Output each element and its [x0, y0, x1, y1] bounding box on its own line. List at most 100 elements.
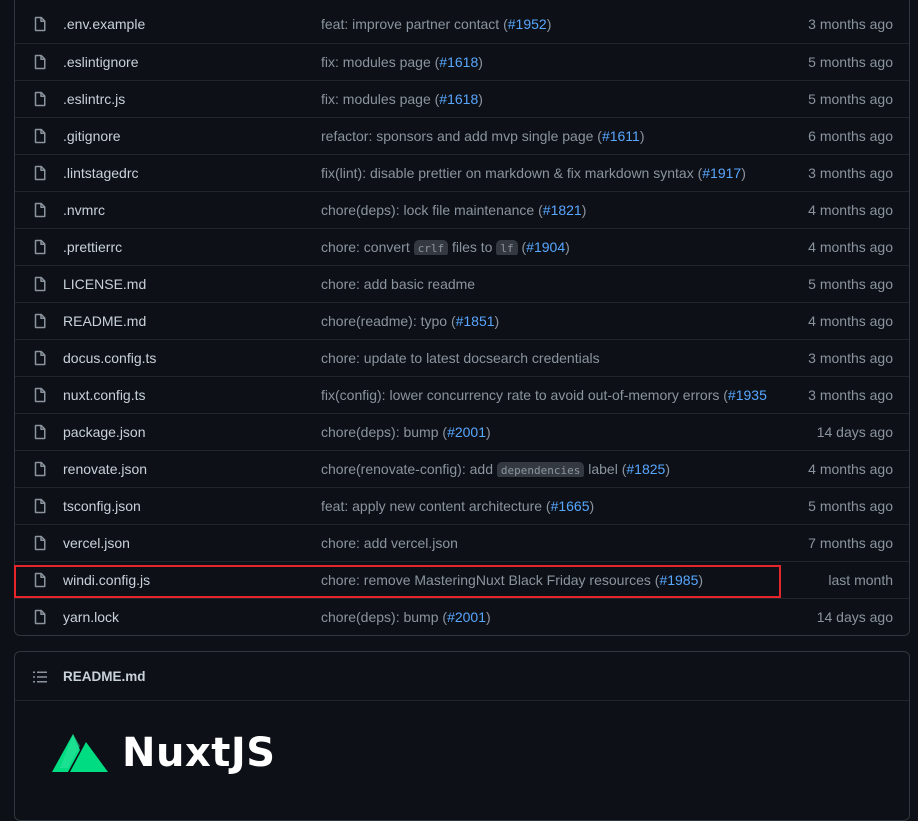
commit-age[interactable]: 3 months ago: [808, 165, 893, 181]
pull-request-link[interactable]: #2001: [447, 424, 486, 440]
inline-code: lf: [496, 240, 518, 255]
file-icon: [32, 91, 48, 107]
commit-text: (: [517, 239, 527, 255]
file-row[interactable]: windi.config.js chore: remove MasteringNu…: [15, 561, 909, 598]
file-row[interactable]: .env.example feat: improve partner contac…: [15, 0, 909, 43]
file-name-link[interactable]: README.md: [63, 313, 146, 329]
commit-message[interactable]: fix(lint): disable prettier on markdown …: [321, 165, 783, 181]
commit-message[interactable]: fix: modules page (#1618): [321, 54, 783, 70]
commit-message[interactable]: chore(deps): lock file maintenance (#182…: [321, 202, 783, 218]
commit-text: chore: add vercel.json: [321, 535, 458, 551]
commit-age[interactable]: 6 months ago: [808, 128, 893, 144]
commit-message[interactable]: feat: improve partner contact (#1952): [321, 16, 783, 32]
commit-message[interactable]: chore: update to latest docsearch creden…: [321, 350, 783, 366]
commit-message[interactable]: chore(readme): typo (#1851): [321, 313, 783, 329]
file-name-link[interactable]: docus.config.ts: [63, 350, 156, 366]
pull-request-link[interactable]: #1618: [439, 54, 478, 70]
file-name-link[interactable]: .eslintrc.js: [63, 91, 125, 107]
commit-message[interactable]: fix: modules page (#1618): [321, 91, 783, 107]
file-row[interactable]: .lintstagedrc fix(lint): disable prettier…: [15, 154, 909, 191]
pull-request-link[interactable]: #1825: [626, 461, 665, 477]
file-icon: [32, 498, 48, 514]
commit-age[interactable]: 3 months ago: [808, 387, 893, 403]
file-row[interactable]: nuxt.config.ts fix(config): lower concurr…: [15, 376, 909, 413]
pull-request-link[interactable]: #1917: [702, 165, 741, 181]
commit-age[interactable]: 4 months ago: [808, 313, 893, 329]
file-name-link[interactable]: package.json: [63, 424, 146, 440]
commit-age[interactable]: 14 days ago: [817, 424, 893, 440]
pull-request-link[interactable]: #1665: [551, 498, 590, 514]
pull-request-link[interactable]: #1904: [526, 239, 565, 255]
commit-age[interactable]: last month: [828, 572, 893, 588]
commit-message[interactable]: chore: add basic readme: [321, 276, 783, 292]
file-icon: [32, 572, 48, 588]
commit-age[interactable]: 5 months ago: [808, 54, 893, 70]
file-name-link[interactable]: .prettierrc: [63, 239, 122, 255]
commit-text: feat: apply new content architecture (: [321, 498, 551, 514]
commit-age[interactable]: 14 days ago: [817, 609, 893, 625]
file-row[interactable]: vercel.json chore: add vercel.json 7 month…: [15, 524, 909, 561]
commit-text-tail: ): [486, 609, 491, 625]
file-row[interactable]: README.md chore(readme): typo (#1851) 4 mo…: [15, 302, 909, 339]
commit-age[interactable]: 3 months ago: [808, 350, 893, 366]
commit-message[interactable]: feat: apply new content architecture (#1…: [321, 498, 783, 514]
file-row[interactable]: yarn.lock chore(deps): bump (#2001) 14 day…: [15, 598, 909, 635]
file-row[interactable]: .prettierrc chore: convert crlf files to …: [15, 228, 909, 265]
file-name-link[interactable]: .gitignore: [63, 128, 121, 144]
file-row[interactable]: package.json chore(deps): bump (#2001) 14 …: [15, 413, 909, 450]
pull-request-link[interactable]: #1952: [508, 16, 547, 32]
pull-request-link[interactable]: #1851: [456, 313, 495, 329]
list-icon[interactable]: [32, 669, 48, 685]
commit-text: chore(readme): typo (: [321, 313, 456, 329]
commit-age[interactable]: 4 months ago: [808, 461, 893, 477]
commit-age[interactable]: 5 months ago: [808, 91, 893, 107]
file-name-link[interactable]: windi.config.js: [63, 572, 150, 588]
commit-age[interactable]: 4 months ago: [808, 202, 893, 218]
file-name-link[interactable]: .env.example: [63, 16, 145, 32]
file-row[interactable]: .nvmrc chore(deps): lock file maintenance…: [15, 191, 909, 228]
file-row[interactable]: .eslintignore fix: modules page (#1618) 5 …: [15, 43, 909, 80]
commit-age[interactable]: 5 months ago: [808, 498, 893, 514]
commit-age[interactable]: 3 months ago: [808, 16, 893, 32]
nuxt-mountain-icon: [52, 734, 108, 772]
commit-message[interactable]: chore: convert crlf files to lf (#1904): [321, 239, 783, 255]
file-name-link[interactable]: .lintstagedrc: [63, 165, 138, 181]
readme-title[interactable]: README.md: [63, 669, 146, 684]
pull-request-link[interactable]: #1611: [602, 128, 640, 144]
file-row[interactable]: .eslintrc.js fix: modules page (#1618) 5 m…: [15, 80, 909, 117]
file-name-link[interactable]: vercel.json: [63, 535, 130, 551]
file-name-link[interactable]: tsconfig.json: [63, 498, 141, 514]
commit-text: chore(deps): bump (: [321, 609, 448, 625]
commit-message[interactable]: refactor: sponsors and add mvp single pa…: [321, 128, 783, 144]
file-name-link[interactable]: renovate.json: [63, 461, 147, 477]
file-row[interactable]: renovate.json chore(renovate-config): add…: [15, 450, 909, 487]
pull-request-link[interactable]: #1985: [659, 572, 698, 588]
commit-age[interactable]: 4 months ago: [808, 239, 893, 255]
file-row[interactable]: .gitignore refactor: sponsors and add mvp…: [15, 117, 909, 154]
pull-request-link[interactable]: #1618: [439, 91, 478, 107]
file-row[interactable]: LICENSE.md chore: add basic readme 5 month…: [15, 265, 909, 302]
commit-text: fix: modules page (: [321, 54, 440, 70]
file-row[interactable]: tsconfig.json feat: apply new content arc…: [15, 487, 909, 524]
commit-text-tail: ): [494, 313, 500, 329]
pull-request-link[interactable]: #1935: [728, 387, 767, 403]
commit-message[interactable]: chore(renovate-config): add dependencies…: [321, 461, 783, 477]
file-name-link[interactable]: nuxt.config.ts: [63, 387, 146, 403]
commit-age[interactable]: 5 months ago: [808, 276, 893, 292]
file-row[interactable]: docus.config.ts chore: update to latest d…: [15, 339, 909, 376]
file-list: .env.example feat: improve partner contac…: [14, 0, 910, 636]
commit-age[interactable]: 7 months ago: [808, 535, 893, 551]
commit-text-tail: ): [581, 202, 587, 218]
pull-request-link[interactable]: #1821: [543, 202, 582, 218]
pull-request-link[interactable]: #2001: [447, 609, 486, 625]
commit-message[interactable]: chore: remove MasteringNuxt Black Friday…: [321, 572, 783, 588]
commit-text-tail: ): [478, 91, 483, 107]
commit-message[interactable]: chore: add vercel.json: [321, 535, 783, 551]
file-name-link[interactable]: yarn.lock: [63, 609, 119, 625]
commit-message[interactable]: chore(deps): bump (#2001): [321, 609, 783, 625]
commit-message[interactable]: fix(config): lower concurrency rate to a…: [321, 387, 783, 403]
file-name-link[interactable]: LICENSE.md: [63, 276, 146, 292]
commit-message[interactable]: chore(deps): bump (#2001): [321, 424, 783, 440]
file-name-link[interactable]: .eslintignore: [63, 54, 139, 70]
file-name-link[interactable]: .nvmrc: [63, 202, 105, 218]
